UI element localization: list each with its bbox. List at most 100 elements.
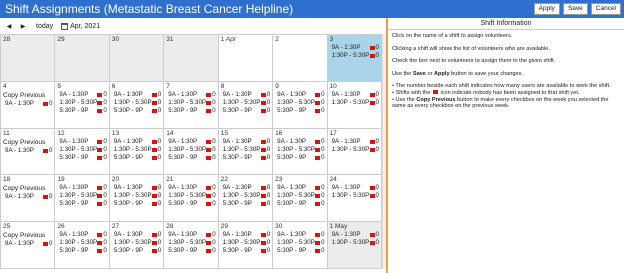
day-cell[interactable]: 18 Copy Previous 9A - 1:30P 0 xyxy=(1,175,56,223)
shift-link[interactable]: 1:30P - 5:30P 0 xyxy=(57,99,106,107)
day-cell[interactable]: 20 9A - 1:30P 0 1:30P - 5:30P 0 5:30P - 9P 0 xyxy=(109,175,165,223)
shift-link[interactable]: 5:30P - 9P 0 xyxy=(166,154,215,162)
day-cell[interactable]: 16 9A - 1:30P 0 1:30P - 5:30P 0 5:30P - 9P 0 xyxy=(273,128,328,176)
shift-link[interactable]: 5:30P - 9P 0 xyxy=(112,200,161,208)
shift-link[interactable]: 1:30P - 5:30P 0 xyxy=(166,239,215,247)
day-cell[interactable]: 28 xyxy=(1,35,56,82)
shift-link[interactable]: 9A - 1:30P 0 xyxy=(3,193,52,201)
day-cell[interactable]: 6 9A - 1:30P 0 1:30P - 5:30P 0 5:30P - 9P 0 xyxy=(109,81,165,129)
shift-link[interactable]: 1:30P - 5:30P 0 xyxy=(57,192,106,200)
shift-link[interactable]: 1:30P - 5:30P 0 xyxy=(330,52,379,60)
shift-link[interactable]: 9A - 1:30P 0 xyxy=(3,100,52,108)
shift-link[interactable]: 9A - 1:30P 0 xyxy=(112,231,161,239)
day-cell[interactable]: 12 9A - 1:30P 0 1:30P - 5:30P 0 5:30P - 9P 0 xyxy=(55,128,110,176)
day-cell[interactable]: 22 9A - 1:30P 0 1:30P - 5:30P 0 5:30P - 9P 0 xyxy=(218,175,274,223)
shift-link[interactable]: 9A - 1:30P 0 xyxy=(275,184,324,192)
day-cell[interactable]: 23 9A - 1:30P 0 1:30P - 5:30P 0 5:30P - 9P 0 xyxy=(273,175,328,223)
day-cell[interactable]: 28 9A - 1:30P 0 1:30P - 5:30P 0 5:30P - 9P 0 xyxy=(164,222,219,269)
shift-link[interactable]: 5:30P - 9P 0 xyxy=(275,107,324,115)
next-month-icon[interactable]: ▶ xyxy=(18,23,28,30)
shift-link[interactable]: 1:30P - 5:30P 0 xyxy=(275,146,324,154)
shift-link[interactable]: 9A - 1:30P 0 xyxy=(166,91,215,99)
copy-previous-button[interactable]: Copy Previous xyxy=(3,232,52,240)
shift-link[interactable]: 9A - 1:30P 0 xyxy=(330,184,379,192)
day-cell[interactable]: 30 9A - 1:30P 0 1:30P - 5:30P 0 5:30P - 9P 0 xyxy=(273,222,328,269)
shift-link[interactable]: 1:30P - 5:30P 0 xyxy=(330,146,379,154)
shift-link[interactable]: 1:30P - 5:30P 0 xyxy=(112,192,161,200)
shift-link[interactable]: 9A - 1:30P 0 xyxy=(275,138,324,146)
shift-link[interactable]: 5:30P - 9P 0 xyxy=(57,154,106,162)
shift-link[interactable]: 5:30P - 9P 0 xyxy=(275,247,324,255)
shift-link[interactable]: 1:30P - 5:30P 0 xyxy=(112,239,161,247)
shift-link[interactable]: 1:30P - 5:30P 0 xyxy=(57,146,106,154)
shift-link[interactable]: 5:30P - 9P 0 xyxy=(112,247,161,255)
shift-link[interactable]: 9A - 1:30P 0 xyxy=(57,231,106,239)
day-cell[interactable]: 9 9A - 1:30P 0 1:30P - 5:30P 0 5:30P - 9P 0 xyxy=(273,81,328,129)
shift-link[interactable]: 9A - 1:30P 0 xyxy=(57,138,106,146)
shift-link[interactable]: 9A - 1:30P 0 xyxy=(112,138,161,146)
day-cell[interactable]: 7 9A - 1:30P 0 1:30P - 5:30P 0 5:30P - 9P 0 xyxy=(164,81,219,129)
shift-link[interactable]: 9A - 1:30P 0 xyxy=(330,231,379,239)
shift-link[interactable]: 9A - 1:30P 0 xyxy=(330,44,379,52)
shift-link[interactable]: 1:30P - 5:30P 0 xyxy=(275,192,324,200)
apply-button[interactable]: Apply xyxy=(533,3,560,15)
day-cell[interactable]: 2 xyxy=(273,35,328,82)
day-cell[interactable]: 30 xyxy=(109,35,165,82)
day-cell[interactable]: 29 xyxy=(55,35,110,82)
day-cell[interactable]: 8 9A - 1:30P 0 1:30P - 5:30P 0 5:30P - 9P 0 xyxy=(218,81,274,129)
day-cell[interactable]: 13 9A - 1:30P 0 1:30P - 5:30P 0 5:30P - 9P 0 xyxy=(109,128,165,176)
day-cell[interactable]: 26 9A - 1:30P 0 1:30P - 5:30P 0 5:30P - 9P 0 xyxy=(55,222,110,269)
prev-month-icon[interactable]: ◀ xyxy=(4,23,14,30)
shift-link[interactable]: 5:30P - 9P 0 xyxy=(57,200,106,208)
shift-link[interactable]: 5:30P - 9P 0 xyxy=(112,154,161,162)
day-cell[interactable]: 10 9A - 1:30P 0 1:30P - 5:30P 0 xyxy=(327,81,382,129)
shift-link[interactable]: 9A - 1:30P 0 xyxy=(221,91,270,99)
shift-link[interactable]: 5:30P - 9P 0 xyxy=(57,247,106,255)
shift-link[interactable]: 1:30P - 5:30P 0 xyxy=(221,239,270,247)
shift-link[interactable]: 5:30P - 9P 0 xyxy=(221,107,270,115)
shift-link[interactable]: 1:30P - 5:30P 0 xyxy=(275,99,324,107)
shift-link[interactable]: 1:30P - 5:30P 0 xyxy=(221,99,270,107)
day-cell[interactable]: 4 Copy Previous 9A - 1:30P 0 xyxy=(1,81,56,129)
shift-link[interactable]: 9A - 1:30P 0 xyxy=(221,138,270,146)
day-cell[interactable]: 3 9A - 1:30P 0 1:30P - 5:30P 0 xyxy=(327,35,382,82)
day-cell[interactable]: 29 9A - 1:30P 0 1:30P - 5:30P 0 5:30P - 9P 0 xyxy=(218,222,274,269)
shift-link[interactable]: 1:30P - 5:30P 0 xyxy=(330,99,379,107)
shift-link[interactable]: 1:30P - 5:30P 0 xyxy=(57,239,106,247)
shift-link[interactable]: 1:30P - 5:30P 0 xyxy=(112,99,161,107)
shift-link[interactable]: 5:30P - 9P 0 xyxy=(166,200,215,208)
shift-link[interactable]: 5:30P - 9P 0 xyxy=(275,154,324,162)
shift-link[interactable]: 9A - 1:30P 0 xyxy=(166,184,215,192)
copy-previous-button[interactable]: Copy Previous xyxy=(3,92,52,100)
cancel-button[interactable]: Cancel xyxy=(590,3,621,15)
shift-link[interactable]: 9A - 1:30P 0 xyxy=(275,231,324,239)
shift-link[interactable]: 9A - 1:30P 0 xyxy=(221,184,270,192)
day-cell[interactable]: 31 xyxy=(164,35,219,82)
day-cell[interactable]: 14 9A - 1:30P 0 1:30P - 5:30P 0 5:30P - 9P 0 xyxy=(164,128,219,176)
copy-previous-button[interactable]: Copy Previous xyxy=(3,139,52,147)
day-cell[interactable]: 15 9A - 1:30P 0 1:30P - 5:30P 0 5:30P - 9P 0 xyxy=(218,128,274,176)
shift-link[interactable]: 1:30P - 5:30P 0 xyxy=(166,99,215,107)
shift-link[interactable]: 5:30P - 9P 0 xyxy=(166,107,215,115)
shift-link[interactable]: 9A - 1:30P 0 xyxy=(275,91,324,99)
day-cell[interactable]: 25 Copy Previous 9A - 1:30P 0 xyxy=(1,222,56,269)
shift-link[interactable]: 5:30P - 9P 0 xyxy=(221,200,270,208)
shift-link[interactable]: 9A - 1:30P 0 xyxy=(330,138,379,146)
day-cell[interactable]: 17 9A - 1:30P 0 1:30P - 5:30P 0 xyxy=(327,128,382,176)
save-button[interactable]: Save xyxy=(562,3,588,15)
day-cell[interactable]: 27 9A - 1:30P 0 1:30P - 5:30P 0 5:30P - 9P 0 xyxy=(109,222,165,269)
shift-link[interactable]: 1:30P - 5:30P 0 xyxy=(330,239,379,247)
shift-link[interactable]: 1:30P - 5:30P 0 xyxy=(330,192,379,200)
shift-link[interactable]: 1:30P - 5:30P 0 xyxy=(166,146,215,154)
shift-link[interactable]: 9A - 1:30P 0 xyxy=(330,91,379,99)
shift-link[interactable]: 9A - 1:30P 0 xyxy=(112,184,161,192)
shift-link[interactable]: 9A - 1:30P 0 xyxy=(166,138,215,146)
shift-link[interactable]: 9A - 1:30P 0 xyxy=(3,240,52,248)
shift-link[interactable]: 5:30P - 9P 0 xyxy=(275,200,324,208)
shift-link[interactable]: 9A - 1:30P 0 xyxy=(166,231,215,239)
shift-link[interactable]: 9A - 1:30P 0 xyxy=(57,184,106,192)
day-cell[interactable]: 19 9A - 1:30P 0 1:30P - 5:30P 0 5:30P - 9P 0 xyxy=(55,175,110,223)
month-picker[interactable]: Apr, 2021 xyxy=(61,22,100,30)
shift-link[interactable]: 5:30P - 9P 0 xyxy=(57,107,106,115)
day-cell[interactable]: 11 Copy Previous 9A - 1:30P 0 xyxy=(1,128,56,176)
